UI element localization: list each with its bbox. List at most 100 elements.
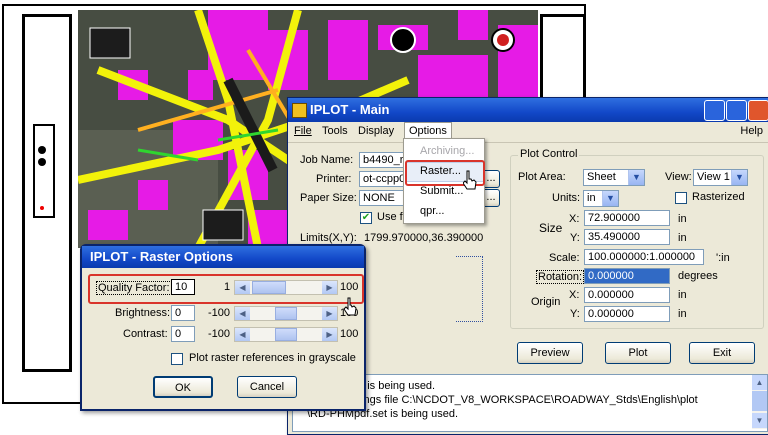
ok-button[interactable]: OK <box>153 376 213 398</box>
menu-display[interactable]: Display <box>358 125 394 137</box>
contrast-label: Contrast: <box>123 328 168 340</box>
rasterized-checkbox[interactable] <box>675 192 687 204</box>
paper-size-field[interactable] <box>359 190 409 206</box>
scroll-up-icon[interactable]: ▲ <box>752 375 767 390</box>
menu-item-submit[interactable]: Submit... <box>420 185 463 197</box>
contrast-slider[interactable]: ◀ ▶ <box>234 327 338 342</box>
rotation-unit: degrees <box>678 270 718 282</box>
size-x-unit: in <box>678 213 687 225</box>
slider-right-icon[interactable]: ▶ <box>322 281 337 294</box>
menu-file[interactable]: File <box>294 125 312 137</box>
preview-area <box>456 256 483 322</box>
origin-x-field[interactable] <box>584 287 670 303</box>
job-name-label: Job Name: <box>300 154 354 166</box>
quality-factor-field[interactable] <box>171 279 195 295</box>
contrast-field[interactable] <box>171 326 195 342</box>
contrast-max: 100 <box>340 328 359 340</box>
mouse-cursor-icon <box>463 170 477 190</box>
chevron-down-icon[interactable]: ▼ <box>628 170 644 185</box>
raster-title-bar[interactable]: IPLOT - Raster Options <box>82 246 364 268</box>
scale-field[interactable] <box>584 249 704 265</box>
size-y-label: Y: <box>570 232 580 244</box>
main-window-title: IPLOT - Main <box>310 102 390 117</box>
origin-x-unit: in <box>678 289 687 301</box>
units-label: Units: <box>552 192 581 204</box>
brightness-label: Brightness: <box>115 307 171 319</box>
brightness-field[interactable] <box>171 305 195 321</box>
scroll-thumb[interactable] <box>752 391 767 411</box>
origin-label: Origin <box>531 296 561 308</box>
minimize-icon[interactable] <box>704 100 725 121</box>
app-icon <box>292 103 307 118</box>
slider-thumb[interactable] <box>275 328 297 341</box>
grayscale-label: Plot raster references in grayscale <box>189 352 356 364</box>
plot-area-value: Sheet <box>587 171 616 183</box>
use-full-paper-checkbox[interactable]: ✔ <box>360 212 372 224</box>
menu-item-archiving[interactable]: Archiving... <box>420 145 474 157</box>
scale-label: Scale: <box>549 252 580 264</box>
plot-area-select[interactable]: Sheet ▼ <box>583 169 645 186</box>
view-select[interactable]: View 1 ▼ <box>693 169 748 186</box>
units-value: in <box>587 192 596 204</box>
chevron-down-icon[interactable]: ▼ <box>731 170 747 185</box>
exit-button[interactable]: Exit <box>689 342 755 364</box>
raster-window-title: IPLOT - Raster Options <box>90 249 234 264</box>
main-title-bar[interactable]: IPLOT - Main <box>288 98 768 122</box>
brightness-slider[interactable]: ◀ ▶ <box>234 306 338 321</box>
mouse-cursor-icon <box>344 297 357 316</box>
log-scrollbar[interactable]: ▲ ▼ <box>752 375 767 429</box>
menu-item-qpr[interactable]: qpr... <box>420 205 444 217</box>
view-value: View 1 <box>697 171 730 183</box>
rotation-field[interactable] <box>584 268 670 284</box>
quality-max: 100 <box>340 281 359 293</box>
origin-y-field[interactable] <box>584 306 670 322</box>
rasterized-label: Rasterized <box>692 191 745 203</box>
title-block <box>33 124 55 218</box>
slider-left-icon[interactable]: ◀ <box>235 307 250 320</box>
slider-right-icon[interactable]: ▶ <box>322 328 337 341</box>
log-line: et is being used. <box>355 380 436 392</box>
size-x-label: X: <box>569 213 580 225</box>
slider-left-icon[interactable]: ◀ <box>235 328 250 341</box>
plot-area-label: Plot Area: <box>518 171 566 183</box>
units-select[interactable]: in ▼ <box>583 190 619 207</box>
grayscale-checkbox[interactable] <box>171 353 183 365</box>
slider-thumb[interactable] <box>275 307 297 320</box>
log-line: ttings file C:\NCDOT_V8_WORKSPACE\ROADWA… <box>355 394 698 406</box>
origin-y-label: Y: <box>570 308 580 320</box>
raster-options-window: IPLOT - Raster Options Quality Factor: 1… <box>80 244 366 411</box>
size-y-field[interactable] <box>584 229 670 245</box>
view-label: View: <box>665 171 692 183</box>
origin-x-label: X: <box>569 289 580 301</box>
limits-label: Limits(X,Y): <box>300 232 357 244</box>
origin-y-unit: in <box>678 308 687 320</box>
brightness-min: -100 <box>208 307 231 319</box>
menu-tools[interactable]: Tools <box>322 125 348 137</box>
rotation-label: Rotation: <box>536 270 585 284</box>
slider-right-icon[interactable]: ▶ <box>322 307 337 320</box>
paper-size-label: Paper Size: <box>300 192 357 204</box>
quality-slider[interactable]: ◀ ▶ <box>234 280 338 295</box>
maximize-icon[interactable] <box>726 100 747 121</box>
plot-control-title: Plot Control <box>518 148 580 160</box>
main-menu-bar: File Tools Display Options Help <box>288 122 768 143</box>
printer-label: Printer: <box>316 173 352 185</box>
menu-help[interactable]: Help <box>740 125 763 137</box>
cancel-button[interactable]: Cancel <box>237 376 297 398</box>
limits-value: 1799.970000,36.390000 <box>364 232 484 244</box>
printer-field[interactable] <box>359 171 409 187</box>
preview-button[interactable]: Preview <box>517 342 583 364</box>
scale-unit: ':in <box>716 252 730 264</box>
close-icon[interactable] <box>748 100 768 121</box>
size-x-field[interactable] <box>584 210 670 226</box>
slider-left-icon[interactable]: ◀ <box>235 281 250 294</box>
scroll-down-icon[interactable]: ▼ <box>752 413 767 428</box>
size-y-unit: in <box>678 232 687 244</box>
plot-button[interactable]: Plot <box>605 342 671 364</box>
job-name-field[interactable] <box>359 152 409 168</box>
quality-factor-label: Quality Factor: <box>96 281 172 295</box>
slider-thumb[interactable] <box>252 281 286 294</box>
chevron-down-icon[interactable]: ▼ <box>602 191 618 206</box>
quality-min: 1 <box>224 281 231 293</box>
size-label: Size <box>539 221 563 235</box>
